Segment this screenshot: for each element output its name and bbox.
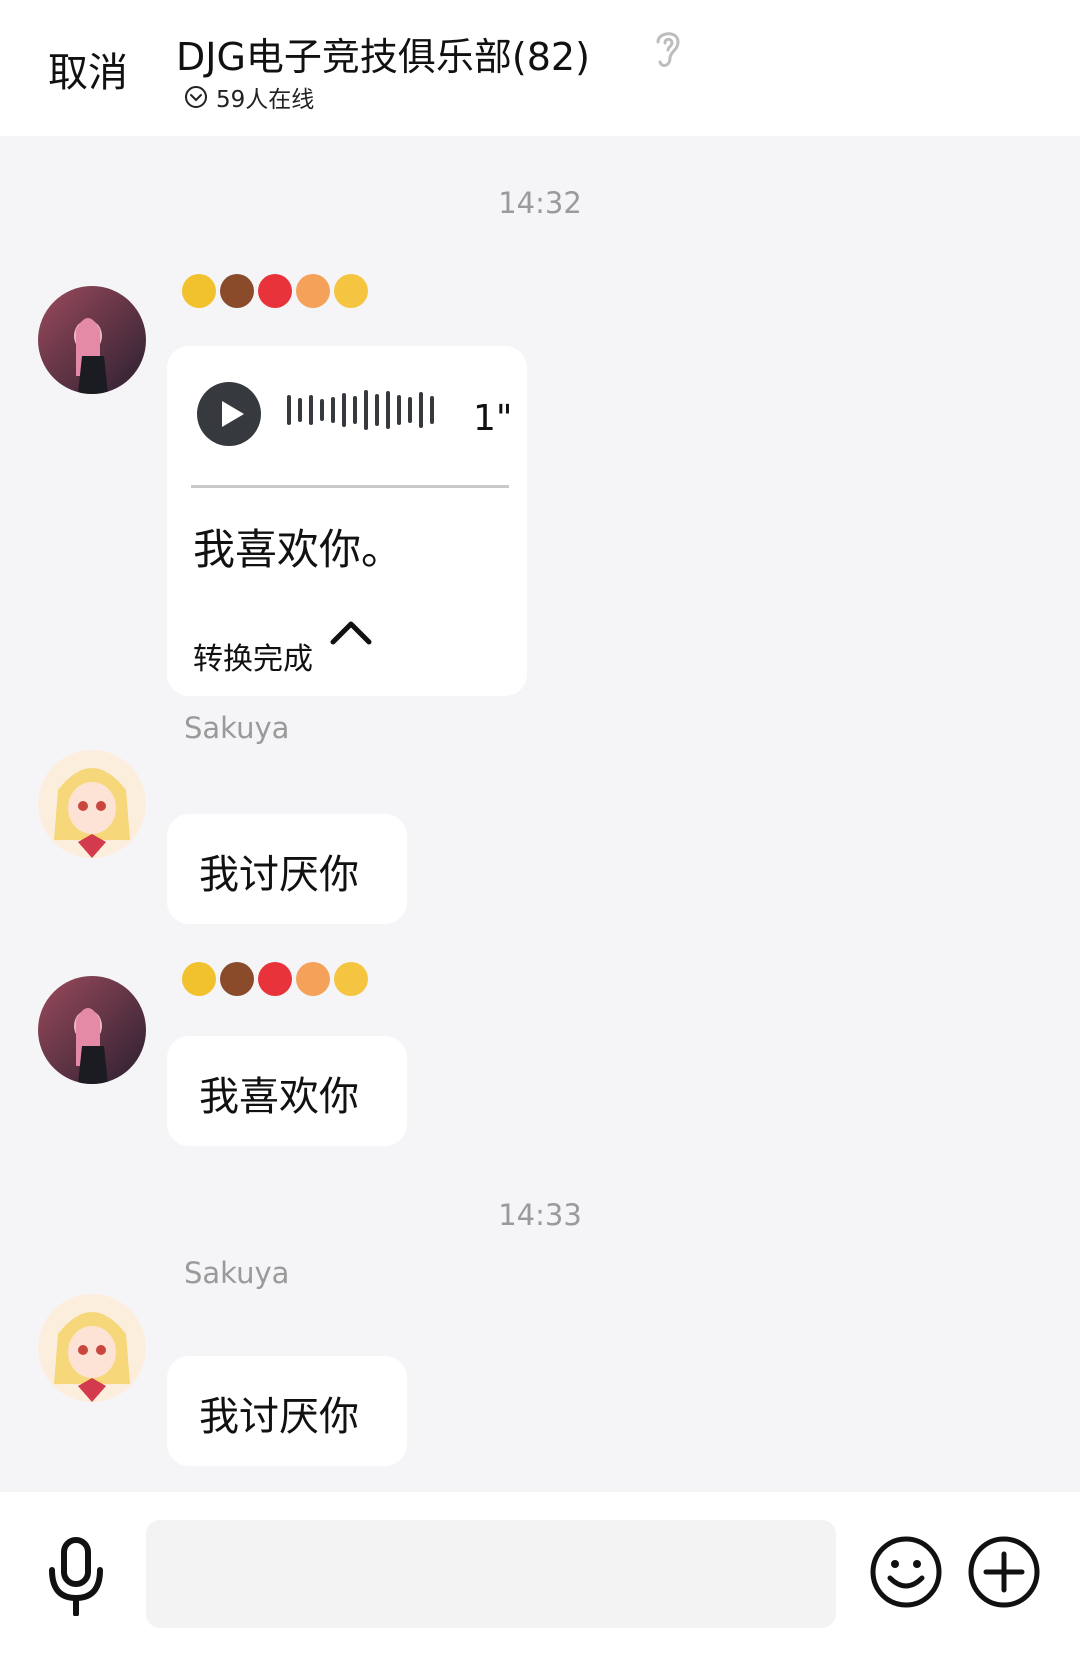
- chat-header: 取消 DJG电子竞技俱乐部(82) 59人在线: [0, 0, 1080, 136]
- message-text: 我喜欢你: [199, 1074, 359, 1120]
- custard-emoji: [220, 274, 254, 308]
- text-message-bubble[interactable]: 我讨厌你: [167, 814, 407, 924]
- message-list[interactable]: 14:32 1" 我喜欢你。 转换完成 Sakuya 我讨厌你 我喜欢你 14:…: [0, 136, 1080, 1492]
- sender-emoji-nickname: [182, 274, 368, 308]
- message-text: 我讨厌你: [199, 852, 359, 898]
- ramen-emoji: [296, 962, 330, 996]
- cancel-button[interactable]: 取消: [48, 40, 128, 98]
- voice-duration: 1": [473, 398, 513, 439]
- online-count: 59人在线: [216, 87, 315, 113]
- avatar[interactable]: [38, 1294, 146, 1402]
- group-title[interactable]: DJG电子竞技俱乐部(82): [176, 26, 590, 81]
- smiley-icon[interactable]: [868, 1534, 944, 1610]
- waveform: [287, 390, 434, 430]
- microphone-icon[interactable]: [46, 1536, 106, 1616]
- taco-emoji: [334, 962, 368, 996]
- sender-name: Sakuya: [184, 1256, 290, 1290]
- timestamp: 14:33: [498, 1198, 582, 1232]
- voice-message-bubble[interactable]: 1" 我喜欢你。 转换完成: [167, 346, 527, 696]
- online-status-row[interactable]: 59人在线: [184, 80, 314, 114]
- input-bar: [0, 1492, 1080, 1657]
- avatar[interactable]: [38, 976, 146, 1084]
- custard-emoji: [220, 962, 254, 996]
- ramen-emoji: [296, 274, 330, 308]
- play-icon[interactable]: [197, 382, 261, 446]
- message-input[interactable]: [146, 1520, 836, 1628]
- helicopter-emoji: [182, 274, 216, 308]
- message-text: 我讨厌你: [199, 1394, 359, 1440]
- text-message-bubble[interactable]: 我喜欢你: [167, 1036, 407, 1146]
- plus-circle-icon[interactable]: [966, 1534, 1042, 1610]
- strawberry-emoji: [258, 962, 292, 996]
- taco-emoji: [334, 274, 368, 308]
- conversion-status: 转换完成: [193, 642, 313, 677]
- sender-name: Sakuya: [184, 711, 290, 745]
- strawberry-emoji: [258, 274, 292, 308]
- helicopter-emoji: [182, 962, 216, 996]
- text-message-bubble[interactable]: 我讨厌你: [167, 1356, 407, 1466]
- avatar[interactable]: [38, 286, 146, 394]
- chevron-down-circle-icon: [185, 86, 207, 108]
- avatar[interactable]: [38, 750, 146, 858]
- timestamp: 14:32: [498, 186, 582, 220]
- ear-icon[interactable]: [650, 26, 686, 72]
- voice-transcript: 我喜欢你。: [193, 525, 404, 574]
- sender-emoji-nickname: [182, 962, 368, 996]
- divider: [191, 485, 509, 488]
- chevron-up-icon[interactable]: [327, 614, 375, 650]
